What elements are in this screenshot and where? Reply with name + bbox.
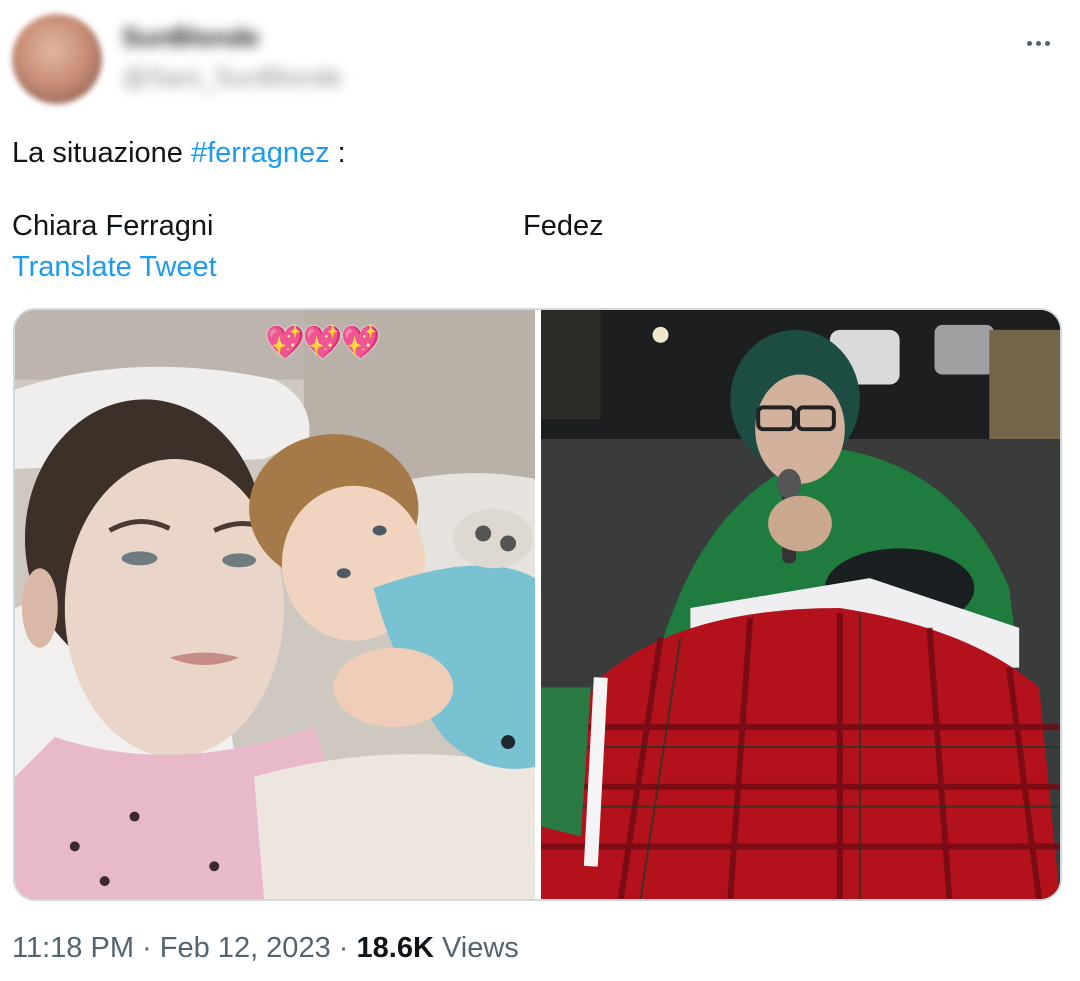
display-name[interactable]: SunBlonde (122, 22, 259, 53)
selfie-photo (15, 310, 535, 899)
views-label: Views (441, 932, 519, 964)
translate-tweet-link[interactable]: Translate Tweet (12, 248, 217, 286)
tweet: SunBlonde @Sani_SunBlonde La situazione … (0, 0, 1080, 981)
tweet-date[interactable]: Feb 12, 2023 (160, 932, 331, 964)
tweet-meta: 11:18 PM · Feb 12, 2023 · 18.6K Views (12, 928, 519, 968)
photo-right[interactable] (541, 310, 1060, 899)
street-night-photo (541, 310, 1060, 899)
tweet-text: La situazione #ferragnez : (12, 134, 346, 172)
tweet-text-prefix: La situazione (12, 137, 191, 169)
meta-separator: · (338, 932, 349, 964)
ellipsis-icon (1026, 40, 1032, 46)
meta-separator: · (142, 932, 152, 964)
tweet-time[interactable]: 11:18 PM (12, 932, 134, 964)
sparkling-heart-icons: 💖💖💖 (265, 324, 381, 360)
views-count: 18.6K (356, 932, 434, 964)
avatar[interactable] (12, 14, 102, 104)
more-options-button[interactable] (1018, 26, 1058, 60)
ellipsis-icon (1044, 40, 1050, 46)
caption-right: Fedez (523, 210, 604, 242)
caption-left: Chiara Ferragni (12, 210, 214, 242)
user-handle[interactable]: @Sani_SunBlonde (122, 62, 342, 93)
ellipsis-icon (1035, 40, 1041, 46)
media-grid: 💖💖💖 (13, 308, 1062, 901)
tweet-text-suffix: : (329, 137, 346, 169)
hashtag-link[interactable]: #ferragnez (191, 137, 330, 169)
photo-left[interactable]: 💖💖💖 (15, 310, 535, 899)
